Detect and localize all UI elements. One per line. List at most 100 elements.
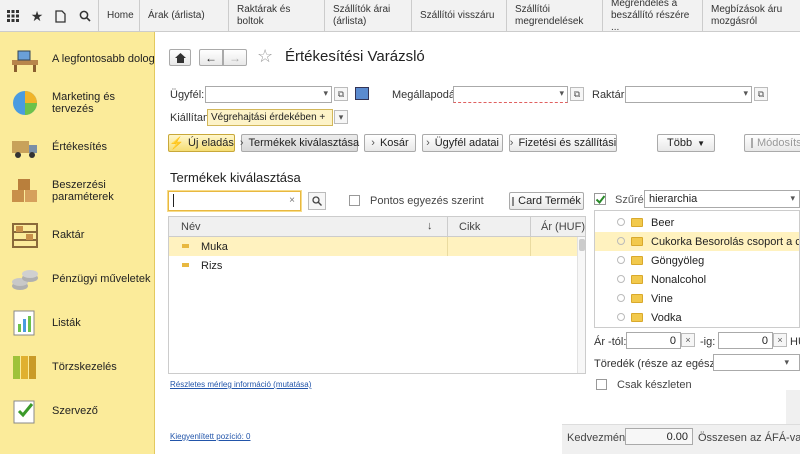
warehouse-label: Raktár: xyxy=(592,89,628,101)
filter-checkbox[interactable] xyxy=(594,193,606,205)
sidebar-item-sales[interactable]: Értékesítés xyxy=(0,125,155,169)
tree-item[interactable]: Nonalcohol xyxy=(595,270,799,289)
column-sku-header[interactable]: Cikk xyxy=(459,221,480,233)
balance-info-link[interactable]: Részletes mérleg információ (mutatása) xyxy=(170,380,311,389)
product-search-input[interactable]: × xyxy=(168,191,301,211)
dropdown-arrow-icon[interactable]: ▾ xyxy=(323,88,328,99)
expand-icon[interactable] xyxy=(617,294,625,302)
open-customer-icon[interactable]: ⧉ xyxy=(334,87,348,101)
warehouse-field[interactable]: ▾ xyxy=(625,86,752,103)
tab-prices[interactable]: Árak (árlista) xyxy=(139,0,228,32)
warehouse-icon xyxy=(10,220,40,250)
new-sale-button[interactable]: ⚡ Új eladás xyxy=(168,134,235,152)
sidebar-item-purchasing[interactable]: Beszerzési paraméterek xyxy=(0,169,155,213)
filter-mode-value: hierarchia xyxy=(649,193,698,205)
sidebar-item-label: Listák xyxy=(52,317,81,329)
lightning-icon: ⚡ xyxy=(169,136,185,150)
tab-goods-movement[interactable]: Megbízások áru mozgásról xyxy=(702,0,800,32)
expand-icon[interactable] xyxy=(617,313,625,321)
clear-price-from-icon[interactable]: × xyxy=(681,333,695,347)
folder-icon xyxy=(631,237,643,246)
dropdown-arrow-icon[interactable]: ▾ xyxy=(790,193,795,204)
filter-mode-select[interactable]: hierarchia ▾ xyxy=(644,190,800,208)
star-icon[interactable]: ★ xyxy=(26,0,48,32)
page-title: Értékesítési Varázsló xyxy=(285,48,425,65)
cart-button[interactable]: › Kosár xyxy=(364,134,416,152)
sidebar-item-label: Raktár xyxy=(52,229,85,241)
tab-supplier-orders[interactable]: Szállítói megrendelések xyxy=(506,0,602,32)
customer-field[interactable]: ▾ xyxy=(205,86,332,103)
search-button[interactable] xyxy=(308,192,326,210)
agreement-field[interactable]: ▾ xyxy=(453,86,568,103)
clear-price-to-icon[interactable]: × xyxy=(773,333,787,347)
back-button[interactable]: ← xyxy=(199,49,223,66)
history-icon[interactable] xyxy=(48,0,72,32)
price-from-value: 0 xyxy=(669,335,676,347)
open-agreement-icon[interactable]: ⧉ xyxy=(570,87,584,101)
sidebar-item-finance[interactable]: Pénzügyi műveletek xyxy=(0,257,155,301)
sidebar-item-main[interactable]: A legfontosabb dolog xyxy=(0,37,155,81)
table-row[interactable]: Rizs xyxy=(169,256,577,275)
card-product-label: Card Termék xyxy=(518,195,581,207)
sidebar-item-master-data[interactable]: Törzskezelés xyxy=(0,345,155,389)
sort-desc-icon[interactable]: ↓ xyxy=(427,220,433,232)
price-to-input[interactable]: 0 xyxy=(718,332,773,349)
tab-label: Megbízások áru mozgásról xyxy=(711,4,783,27)
sidebar-item-reports[interactable]: Listák xyxy=(0,301,155,345)
search-icon[interactable] xyxy=(72,0,98,32)
more-button[interactable]: Több ▼ xyxy=(657,134,715,152)
exact-match-checkbox[interactable] xyxy=(349,195,360,206)
expand-icon[interactable] xyxy=(617,218,625,226)
issue-select[interactable]: Végrehajtási érdekében + xyxy=(207,109,333,126)
tab-warehouses[interactable]: Raktárak és boltok xyxy=(228,0,324,32)
home-button[interactable] xyxy=(169,49,191,66)
apps-grid-icon[interactable] xyxy=(0,0,26,32)
dropdown-arrow-icon[interactable]: ▾ xyxy=(743,88,748,99)
dropdown-arrow-icon[interactable]: ▾ xyxy=(559,88,564,99)
modify-label: Módosítsa xyxy=(757,137,800,149)
tab-supplier-prices[interactable]: Szállítók árai (árlista) xyxy=(324,0,411,32)
tree-item[interactable]: Göngyöleg xyxy=(595,251,799,270)
tree-item[interactable]: Beer xyxy=(595,213,799,232)
column-name-header[interactable]: Név xyxy=(181,221,201,233)
sidebar-item-warehouse[interactable]: Raktár xyxy=(0,213,155,257)
customer-card-icon[interactable] xyxy=(355,87,369,100)
table-row[interactable]: Muka xyxy=(169,237,577,256)
modify-button[interactable]: Módosítsa xyxy=(744,134,800,152)
tab-home[interactable]: Home xyxy=(98,0,139,32)
selected-positions-link[interactable]: Kiegyenlített pozíció: 0 xyxy=(170,432,251,441)
tree-item[interactable]: Cukorka Besorolás csoport a cikk felvite… xyxy=(595,232,799,251)
in-stock-checkbox[interactable] xyxy=(596,379,607,390)
arrow-right-icon: → xyxy=(229,50,241,65)
tree-item[interactable]: Vodka xyxy=(595,308,799,327)
card-product-button[interactable]: Card Termék xyxy=(509,192,584,210)
dropdown-arrow-icon[interactable]: ▾ xyxy=(784,357,789,368)
favorite-star-icon[interactable]: ☆ xyxy=(257,46,273,67)
scrollbar-thumb[interactable] xyxy=(579,239,585,251)
panel-edge xyxy=(786,390,800,424)
customer-data-button[interactable]: › Ügyfél adatai xyxy=(422,134,503,152)
tab-order-to-supplier[interactable]: Megrendelés a beszállító részére ... xyxy=(602,0,702,32)
boxes-icon xyxy=(10,176,40,206)
products-table: Név ↓ Cikk Ár (HUF) Muka Rizs xyxy=(168,216,586,374)
fraction-select[interactable]: ▾ xyxy=(713,354,800,371)
price-from-input[interactable]: 0 xyxy=(626,332,681,349)
price-to-value: 0 xyxy=(761,335,768,347)
select-products-button[interactable]: › Termékek kiválasztása xyxy=(240,134,360,152)
expand-icon[interactable] xyxy=(617,256,625,264)
sidebar-item-marketing[interactable]: Marketing és tervezés xyxy=(0,81,155,125)
sidebar-item-label: Szervező xyxy=(52,405,98,417)
select-products-label: Termékek kiválasztása xyxy=(248,137,360,149)
table-scrollbar[interactable] xyxy=(577,237,585,373)
expand-icon[interactable] xyxy=(617,275,625,283)
tree-item[interactable]: Vine xyxy=(595,289,799,308)
sidebar-item-organizer[interactable]: Szervező xyxy=(0,389,155,433)
clear-icon[interactable]: × xyxy=(289,195,295,206)
column-price-header[interactable]: Ár (HUF) xyxy=(541,221,585,233)
forward-button[interactable]: → xyxy=(223,49,247,66)
payment-shipping-button[interactable]: › Fizetési és szállítási xyxy=(509,134,617,152)
open-warehouse-icon[interactable]: ⧉ xyxy=(754,87,768,101)
expand-icon[interactable] xyxy=(617,237,625,245)
tab-supplier-returns[interactable]: Szállítói visszáru xyxy=(411,0,506,32)
dropdown-arrow-icon[interactable]: ▾ xyxy=(334,110,348,124)
